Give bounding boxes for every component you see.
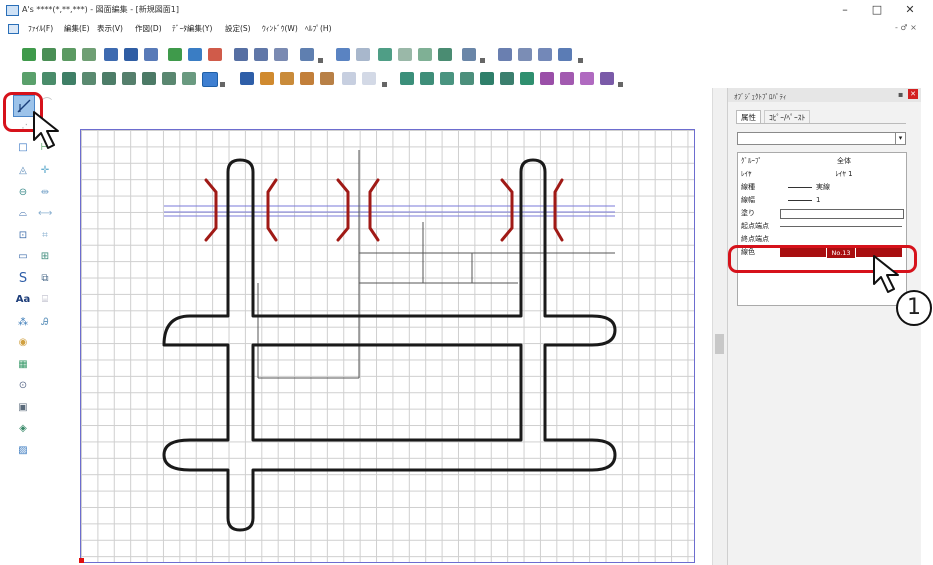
property-row-layer[interactable]: ﾚｲﾔ ﾚｲﾔ 1 <box>738 168 906 180</box>
object-select-dropdown[interactable]: ▾ <box>737 132 906 145</box>
property-row-fill[interactable]: 塗り <box>738 207 906 219</box>
property-row-start-point[interactable]: 起点端点 <box>738 220 906 232</box>
panel-close-icon[interactable]: ✕ <box>908 89 918 99</box>
canvas-scrollbar[interactable] <box>712 88 727 565</box>
property-row-end-point[interactable]: 終点端点 <box>738 233 906 245</box>
tab-copy-paste[interactable]: ｺﾋﾟｰ/ﾍﾟｰｽﾄ <box>764 110 811 124</box>
property-row-group[interactable]: ｸﾞﾙｰﾌﾟ 全体 <box>738 155 906 167</box>
property-row-line-width[interactable]: 線幅 1 <box>738 194 906 206</box>
tab-attributes[interactable]: 属性 <box>736 110 761 124</box>
property-panel: ｵﾌﾞｼﾞｪｸﾄﾌﾟﾛﾊﾟﾃｨ ▪ ✕ 属性 ｺﾋﾟｰ/ﾍﾟｰｽﾄ ▾ ｸﾞﾙｰ… <box>727 88 921 565</box>
tab-divider <box>736 123 906 124</box>
origin-marker <box>79 558 84 563</box>
chevron-down-icon[interactable]: ▾ <box>895 133 905 144</box>
pin-icon[interactable]: ▪ <box>898 90 903 99</box>
property-row-line-type[interactable]: 線種 実線 <box>738 181 906 193</box>
callout-1: 1 <box>896 290 932 326</box>
fill-swatch[interactable] <box>780 209 904 219</box>
bracket-marks[interactable] <box>204 178 564 242</box>
scrollbar-thumb[interactable] <box>715 334 724 354</box>
line-width-sample <box>788 200 812 201</box>
line-type-sample <box>788 187 812 188</box>
start-point-line <box>780 226 902 227</box>
panel-title: ｵﾌﾞｼﾞｪｸﾄﾌﾟﾛﾊﾟﾃｨ <box>734 93 787 101</box>
